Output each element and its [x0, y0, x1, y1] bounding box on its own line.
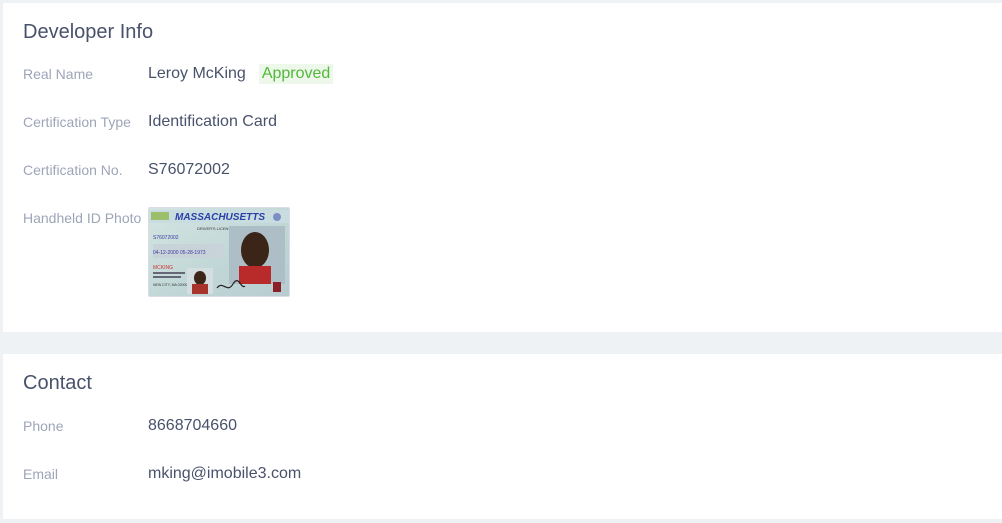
id-card-address: NEW CITY, MA 02000: [153, 283, 187, 287]
contact-title: Contact: [23, 372, 92, 394]
developer-info-title: Developer Info: [23, 21, 154, 43]
id-card-dates: 04-12-2000 05-28-1973: [153, 250, 206, 256]
certification-no-value: S76072002: [148, 161, 230, 178]
id-card-state: MASSACHUSETTS: [175, 212, 265, 223]
handheld-id-photo-thumbnail[interactable]: MASSACHUSETTS DRIVER'S LICENSE S76072002…: [148, 207, 290, 297]
phone-value: 8668704660: [148, 417, 237, 434]
email-value: mking@imobile3.com: [148, 465, 302, 482]
id-card-image: MASSACHUSETTS DRIVER'S LICENSE S76072002…: [149, 208, 289, 296]
handheld-id-photo-label: Handheld ID Photo: [23, 210, 142, 226]
certification-type-label: Certification Type: [23, 114, 131, 130]
certification-no-label: Certification No.: [23, 162, 123, 178]
id-card-number: S76072002: [153, 235, 179, 241]
id-card-name: MCKING: [153, 265, 173, 271]
real-name-value-wrap: Leroy McKing Approved: [148, 63, 334, 85]
phone-label: Phone: [23, 418, 64, 434]
email-label: Email: [23, 466, 59, 482]
certification-type-value: Identification Card: [148, 113, 277, 130]
real-name-label: Real Name: [23, 66, 94, 82]
id-card-doc-type: DRIVER'S LICENSE: [197, 226, 234, 231]
contact-card: Contact Phone 8668704660 Email mking@imo…: [3, 354, 1002, 519]
developer-info-card: Developer Info Real Name Leroy McKing App…: [3, 3, 1002, 332]
approved-status-badge: Approved: [258, 64, 334, 84]
real-name-value: Leroy McKing: [148, 65, 246, 82]
